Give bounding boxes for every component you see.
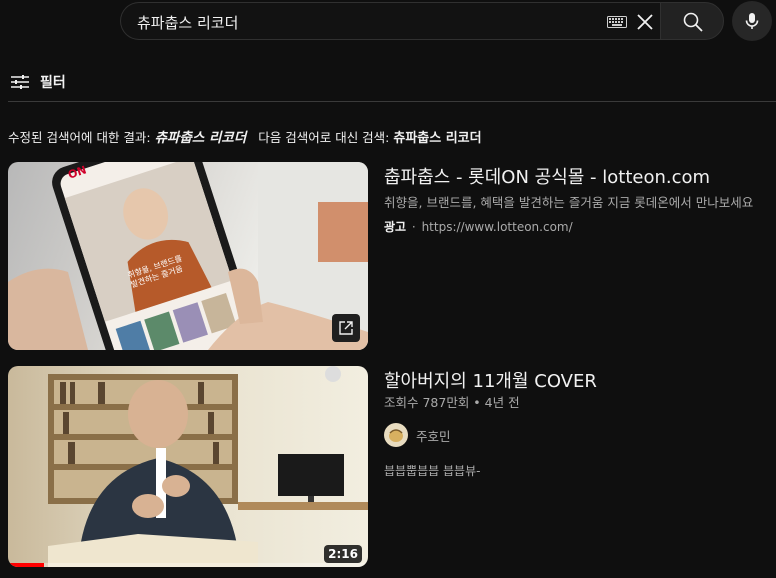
ad-badge: 광고: [384, 220, 407, 234]
spelling-correction: 수정된 검색어에 대한 결과: 츄파춥스 리코더 다음 검색어로 대신 검색: 츄…: [8, 126, 482, 146]
ad-separator: ·: [411, 220, 416, 234]
ad-url[interactable]: https://www.lotteon.com/: [422, 220, 573, 234]
original-query-link[interactable]: 츄파춥스 리코더: [393, 131, 481, 146]
video-snippet: 븝븝뿝븝븝 븝븝뷰-: [384, 464, 481, 478]
filter-label: 필터: [40, 75, 66, 91]
divider: [8, 101, 776, 102]
correction-prefix: 수정된 검색어에 대한 결과:: [8, 130, 155, 145]
filter-button[interactable]: 필터: [10, 72, 66, 92]
search-input[interactable]: [137, 11, 577, 33]
corrected-query-link[interactable]: 츄파춥스 리코더: [155, 130, 247, 146]
channel-name[interactable]: 주호민: [416, 426, 451, 445]
ad-thumbnail[interactable]: ON 취향을, 브랜드를 발견하는 즐거움: [8, 162, 368, 350]
voice-search-button[interactable]: [732, 1, 772, 41]
ad-description: 취향을, 브랜드를, 혜택을 발견하는 즐거움 지금 롯데온에서 만나보세요: [384, 195, 754, 210]
external-link-icon: [339, 321, 353, 335]
clear-icon[interactable]: [635, 12, 655, 32]
keyboard-icon[interactable]: [607, 16, 627, 28]
search-box[interactable]: [120, 2, 660, 40]
mic-icon: [745, 13, 759, 29]
video-duration: 2:16: [324, 545, 362, 563]
video-thumbnail[interactable]: 2:16: [8, 366, 368, 567]
ad-title[interactable]: 춥파춥스 - 롯데ON 공식몰 - lotteon.com: [384, 163, 710, 189]
video-thumbnail-image: [48, 366, 368, 567]
search-button[interactable]: [660, 2, 724, 40]
filter-icon: [11, 75, 29, 89]
channel-avatar[interactable]: [384, 423, 408, 447]
alt-prefix: 다음 검색어로 대신 검색:: [258, 130, 394, 145]
search-icon: [683, 12, 703, 32]
watch-progress-fill: [8, 563, 44, 567]
watch-progress-bar: [8, 563, 368, 567]
open-external-button[interactable]: [332, 314, 360, 342]
video-meta: 조회수 787만회 • 4년 전: [384, 395, 520, 410]
ad-meta: 광고 · https://www.lotteon.com/: [384, 218, 573, 235]
video-title[interactable]: 할아버지의 11개월 COVER: [384, 367, 597, 393]
channel-link[interactable]: 주호민: [384, 422, 451, 448]
